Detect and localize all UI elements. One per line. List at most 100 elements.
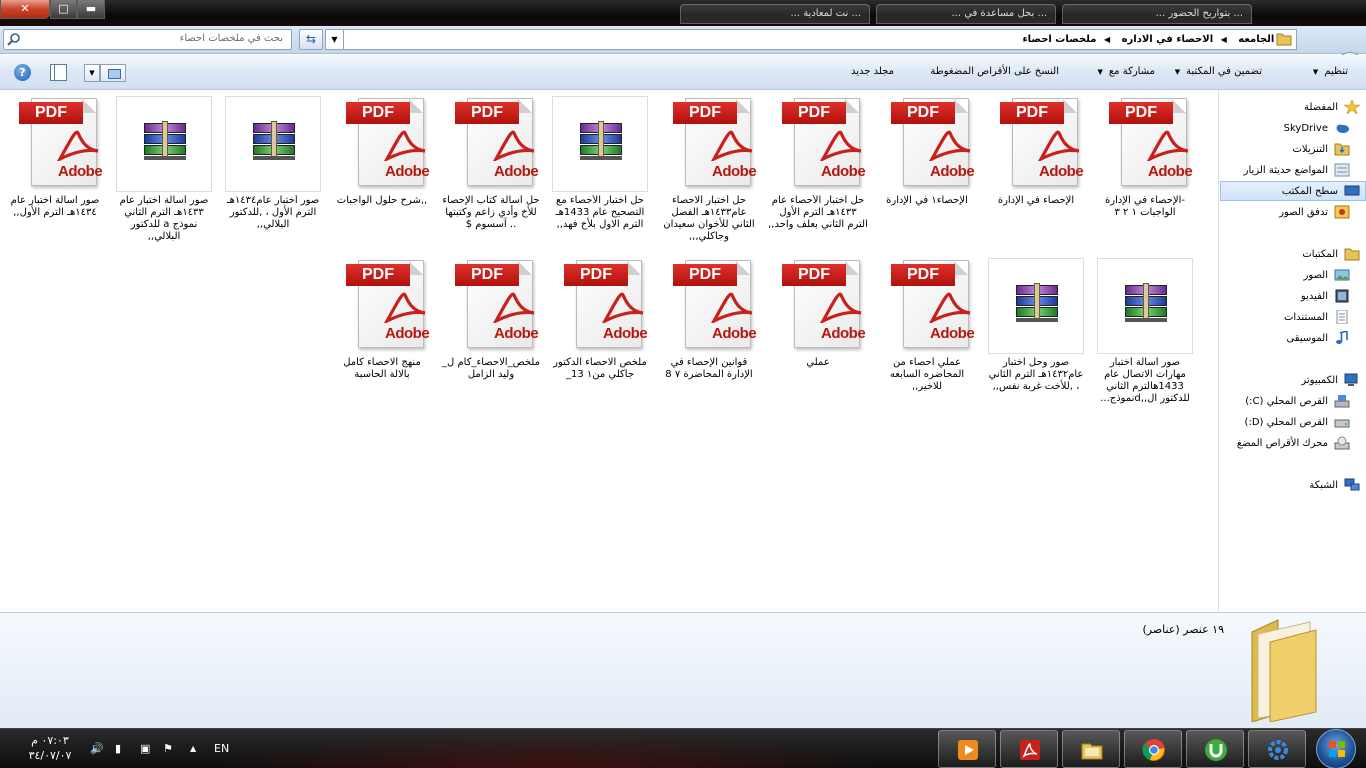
adobe-brand-label: Adobe: [1148, 163, 1193, 180]
taskbar-media-player[interactable]: [938, 730, 996, 768]
cloud-icon: [1334, 121, 1350, 135]
view-options-dropdown[interactable]: ▼: [84, 64, 100, 82]
nav-favorites[interactable]: المفضلة: [1304, 98, 1362, 118]
burn-button[interactable]: النسخ على الأقراص المضغوطة: [930, 66, 1059, 77]
nav-music[interactable]: الموسيقى: [1286, 329, 1350, 349]
signal-icon[interactable]: ▮: [115, 742, 121, 755]
file-item[interactable]: Adobe PDF الإحصاء في الإدارة: [984, 96, 1088, 207]
file-item[interactable]: Adobe PDF صور اسألة اختبار عام ١٤٣٤هـ التر…: [3, 96, 107, 219]
chevron-icon[interactable]: ◀: [1104, 35, 1110, 44]
nav-libraries[interactable]: المكتبات: [1302, 245, 1360, 265]
chevron-down-icon: ▼: [1097, 68, 1103, 76]
nav-photo-stream[interactable]: تدفق الصور: [1279, 203, 1350, 223]
file-item[interactable]: Adobe PDF حل أختبار الأحصاء عام ١٤٣٣هـ الت…: [766, 96, 870, 231]
minimize-button[interactable]: ▬: [77, 0, 105, 19]
nav-libraries-label: المكتبات: [1302, 249, 1338, 260]
file-item[interactable]: صور وحل اختبار عام١٤٣٢هـ الترم الثاني ، …: [984, 258, 1088, 393]
breadcrumb-item[interactable]: ملخصات احصاء: [1022, 30, 1096, 49]
address-history-dropdown[interactable]: ▼: [325, 29, 343, 50]
adobe-brand-label: Adobe: [930, 163, 975, 180]
details-pane: ١٩ عنصر (عناصر): [0, 612, 1366, 728]
nav-disk-c[interactable]: القرص المحلي (C:): [1245, 392, 1350, 412]
close-button[interactable]: ✕: [0, 0, 50, 19]
file-name: حل أختبار الاحصاء عام١٤٣٣هـ الفصل الثاني…: [663, 195, 755, 242]
file-item[interactable]: Adobe PDF منهج الاحصاء كامل بالالة الحاسبة: [330, 258, 434, 381]
nav-desktop[interactable]: سطح المكتب: [1220, 181, 1366, 201]
address-bar[interactable]: ◀ الجامعه ◀ الاحصاء في الاداره ◀ ملخصات …: [343, 29, 1297, 50]
nav-videos[interactable]: الفيديو: [1301, 287, 1350, 307]
taskbar-app[interactable]: [1248, 730, 1306, 768]
file-item[interactable]: Adobe PDF الإحصاء١ في الإدارة: [875, 96, 979, 207]
chevron-icon[interactable]: ◀: [1221, 35, 1227, 44]
power-icon[interactable]: ▣: [140, 742, 150, 755]
nav-disk-d[interactable]: القرص المحلي (D:): [1245, 413, 1350, 433]
nav-pictures[interactable]: الصور: [1304, 266, 1351, 286]
file-item[interactable]: Adobe PDF ملخص الاحصاء الدكتور جاكلي من١ 1…: [548, 258, 652, 381]
clock[interactable]: ٠٧:٠٣ م ٣٤/٠٧/٠٧: [22, 733, 78, 763]
file-item[interactable]: Adobe PDF عملي احصاء من المحاضره السابعه ل…: [875, 258, 979, 393]
rar-archive-icon: [988, 258, 1084, 354]
show-hidden-icons-button[interactable]: ▲: [190, 744, 196, 753]
breadcrumb-item[interactable]: الجامعه: [1238, 30, 1274, 49]
help-icon[interactable]: ?: [14, 64, 31, 81]
file-item[interactable]: صور أختبار عام١٤٣٤هـ الترم الأول ، ,للدك…: [221, 96, 325, 231]
preview-pane-button[interactable]: [50, 64, 67, 81]
change-view-button[interactable]: [100, 64, 126, 82]
file-item[interactable]: Adobe PDF قوانين الإحصاء في الإدارة المحاض…: [657, 258, 761, 381]
search-input[interactable]: بحث في ملخصات احصاء: [3, 29, 292, 50]
new-folder-button[interactable]: مجلد جديد: [851, 66, 894, 77]
start-button[interactable]: [1316, 729, 1356, 768]
organize-menu[interactable]: تنظيم ▼: [1313, 66, 1348, 77]
include-library-menu[interactable]: تضمين في المكتبة ▼: [1175, 66, 1262, 77]
nav-network[interactable]: الشبكة: [1309, 476, 1360, 496]
folder-icon: [1276, 33, 1292, 46]
file-item[interactable]: Adobe PDF ملخص_الاحصاء_كام ل_ وليد الزامل: [439, 258, 543, 381]
nav-cd-drive[interactable]: محرك الأقراص المضغ: [1237, 434, 1350, 454]
volume-icon[interactable]: 🔊: [90, 742, 104, 755]
nav-recent-places[interactable]: المواضع حديثة الزيار: [1244, 161, 1350, 181]
documents-icon: [1334, 309, 1350, 325]
share-with-label: مشاركة مع: [1108, 66, 1155, 77]
file-list[interactable]: Adobe PDF -الإحصاء في الإدارة الواجبات ١ ٢…: [0, 90, 1218, 612]
file-name: ملخص الاحصاء الدكتور جاكلي من١ 13_: [553, 357, 647, 380]
file-item[interactable]: Adobe PDF عملي: [766, 258, 870, 369]
pdf-banner-label: PDF: [455, 264, 519, 286]
file-item[interactable]: Adobe PDF حل أسألة كتاب الإحصاء للأخ وأدي …: [439, 96, 543, 231]
background-tab[interactable]: ... بتواريح الحضور ...: [1062, 4, 1252, 24]
language-indicator[interactable]: EN: [214, 742, 229, 755]
share-with-menu[interactable]: مشاركة مع ▼: [1097, 66, 1155, 77]
adobe-brand-label: Adobe: [494, 163, 539, 180]
clock-time: ٠٧:٠٣ م: [31, 734, 69, 747]
nav-skydrive-label: SkyDrive: [1283, 123, 1328, 134]
file-item[interactable]: Adobe PDF ,,شرح حلول الواجبات: [330, 96, 434, 207]
adobe-brand-label: Adobe: [821, 163, 866, 180]
nav-pictures-label: الصور: [1303, 270, 1329, 281]
taskbar-explorer[interactable]: [1062, 730, 1120, 768]
nav-documents[interactable]: المستندات: [1284, 308, 1350, 328]
file-item[interactable]: Adobe PDF -الإحصاء في الإدارة الواجبات ١ ٢…: [1093, 96, 1197, 219]
refresh-button[interactable]: ⇆: [299, 29, 323, 50]
background-tab[interactable]: ... بحل مساعدة في ...: [876, 4, 1056, 24]
adobe-brand-label: Adobe: [712, 325, 757, 342]
item-count: ١٩ عنصر (عناصر): [1142, 623, 1224, 636]
taskbar-adobe-reader[interactable]: [1000, 730, 1058, 768]
maximize-button[interactable]: □: [50, 0, 77, 19]
taskbar-chrome[interactable]: [1124, 730, 1182, 768]
file-item[interactable]: صور أسألة أختبار مهارات الاتصال عام 1433…: [1093, 258, 1197, 405]
file-item[interactable]: صور أسألة أختبار عام ١٤٣٣هـ الترم الثاني…: [112, 96, 216, 243]
disk-icon: [1334, 415, 1350, 429]
background-tab[interactable]: ... نت لمعادية ...: [680, 4, 870, 24]
taskbar-utorrent[interactable]: [1186, 730, 1244, 768]
nav-downloads[interactable]: التنزيلات: [1292, 140, 1350, 160]
action-center-icon[interactable]: ⚑: [163, 742, 173, 755]
title-bar: ✕ □ ▬ ... نت لمعادية ... ... بحل مساعدة …: [0, 0, 1366, 26]
pdf-banner-label: PDF: [673, 264, 737, 286]
chevron-down-icon: ▼: [1174, 68, 1181, 76]
pdf-file-icon: Adobe PDF: [443, 258, 539, 354]
file-item[interactable]: حل أختبار الأحصاء مع التصحيح عام 1433هـ …: [548, 96, 652, 231]
breadcrumb-item[interactable]: الاحصاء في الاداره: [1122, 30, 1214, 49]
adobe-reader-icon: [1020, 740, 1040, 760]
file-item[interactable]: Adobe PDF حل أختبار الاحصاء عام١٤٣٣هـ الفص…: [657, 96, 761, 243]
nav-skydrive[interactable]: SkyDrive: [1284, 119, 1350, 139]
nav-computer[interactable]: الكمبيوتر: [1301, 371, 1360, 391]
